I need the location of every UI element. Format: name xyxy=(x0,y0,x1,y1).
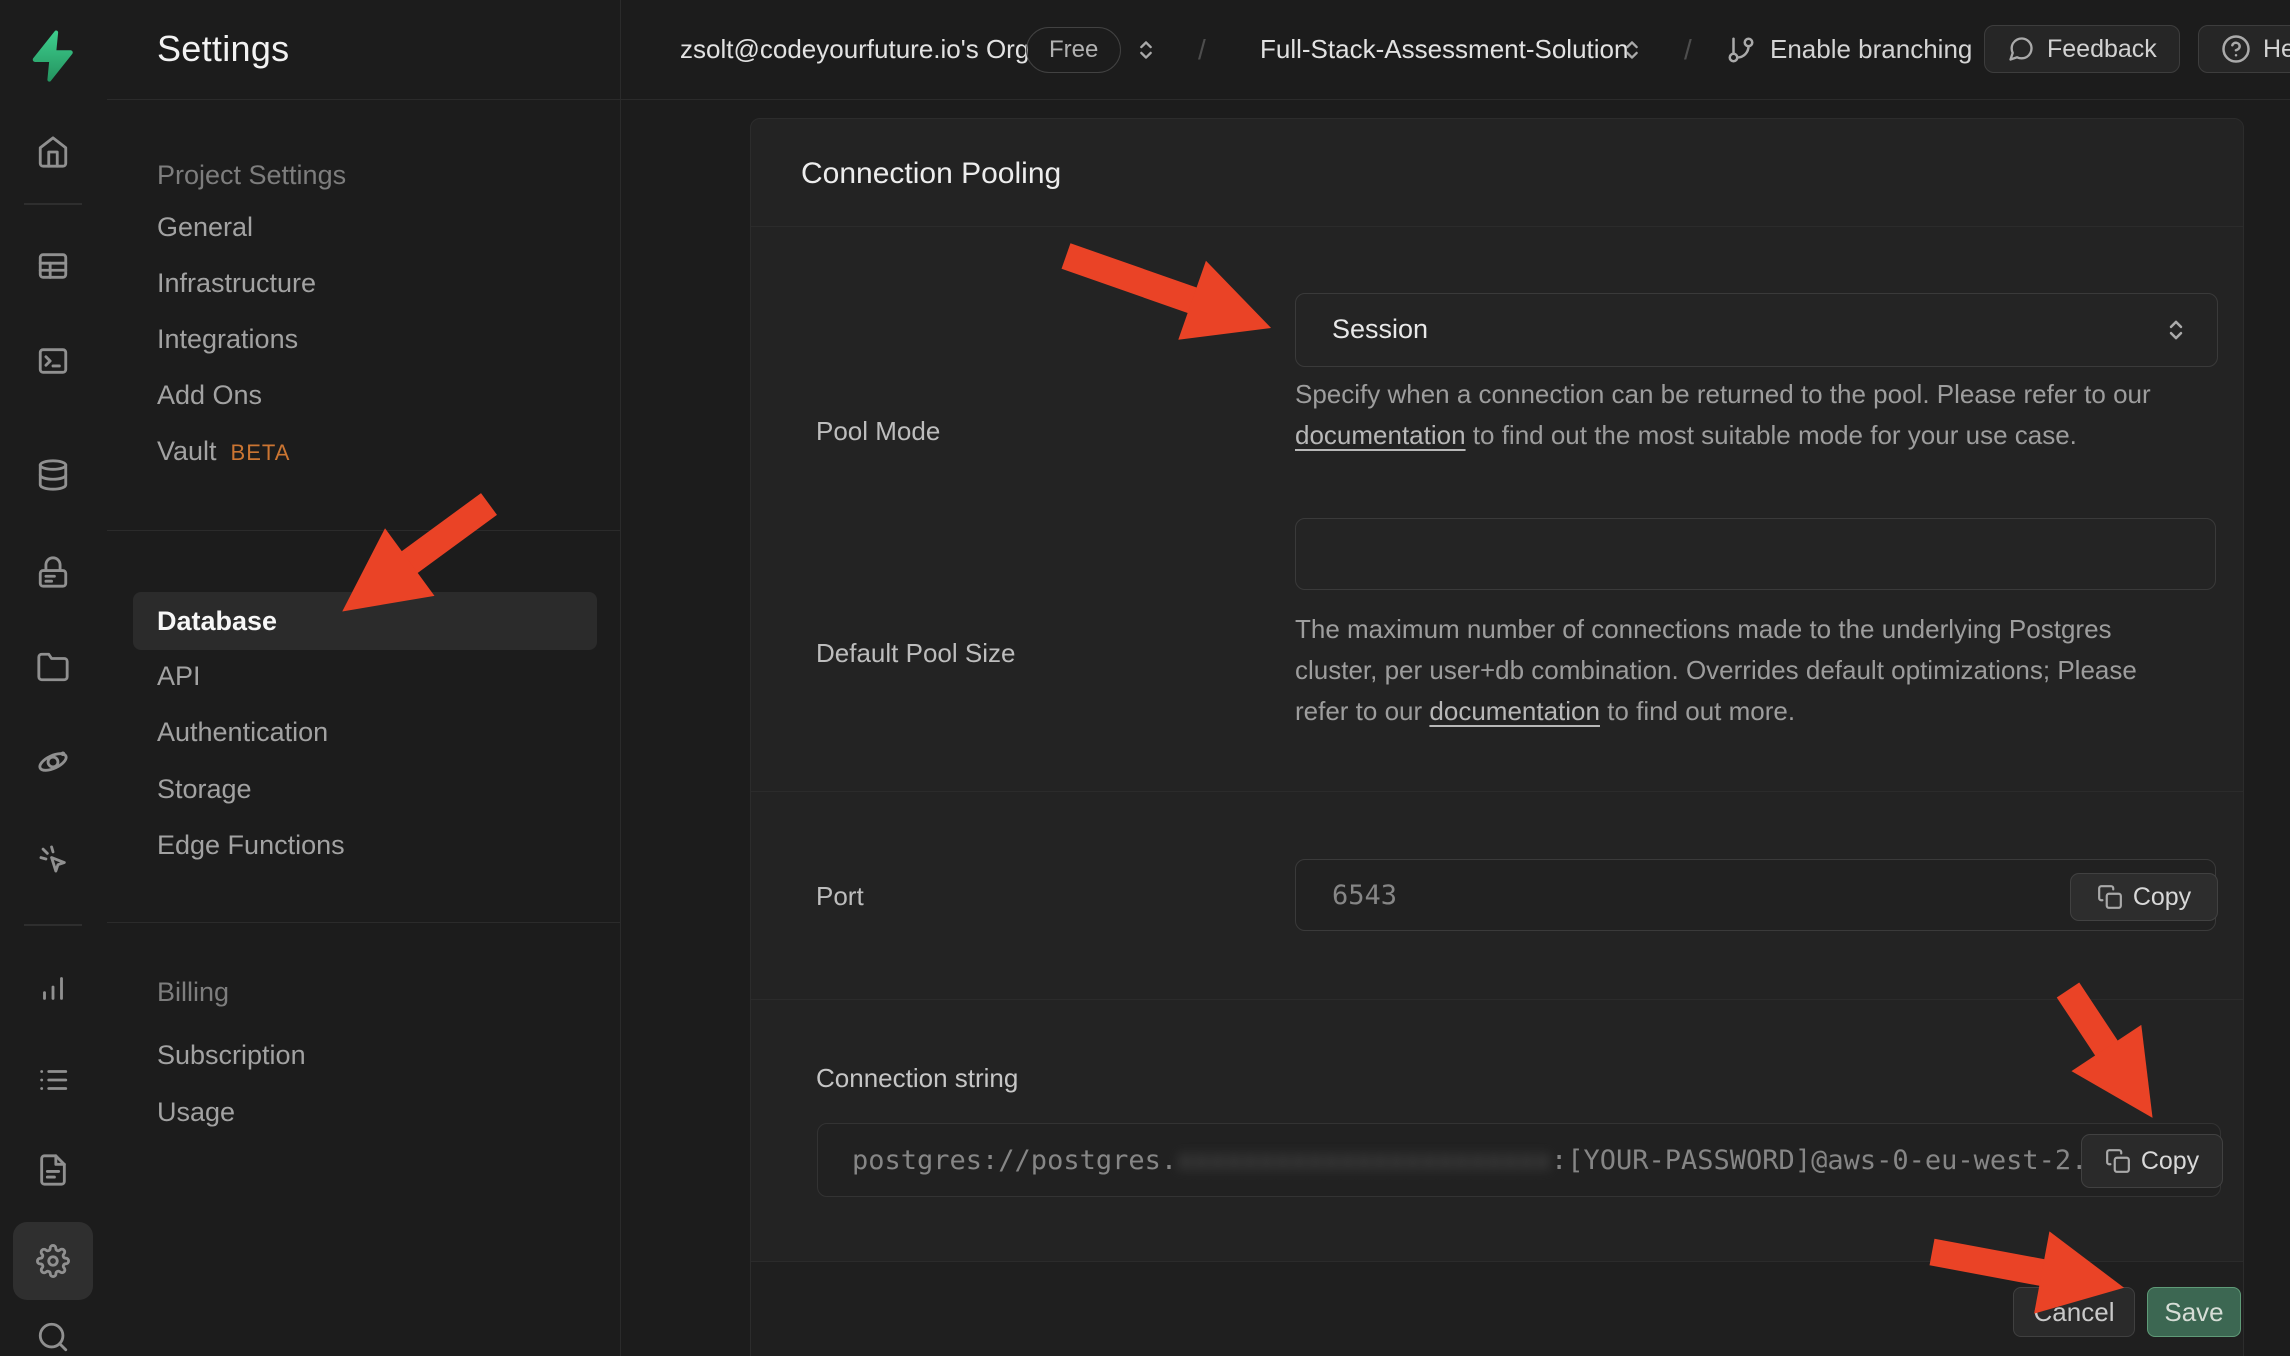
api-docs-icon[interactable] xyxy=(36,1153,70,1187)
default-pool-size-label: Default Pool Size xyxy=(816,638,1015,669)
logs-icon[interactable] xyxy=(36,1063,70,1097)
vault-label: Vault xyxy=(157,436,217,466)
plan-badge: Free xyxy=(1026,0,1121,99)
speech-bubble-icon xyxy=(2007,35,2035,63)
pool-mode-value: Session xyxy=(1332,314,1428,345)
sidebar-item-subscription[interactable]: Subscription xyxy=(157,1040,306,1071)
sidebar-divider xyxy=(107,922,620,923)
beta-badge: BETA xyxy=(231,440,291,465)
sidebar-item-database[interactable]: Database xyxy=(133,592,597,650)
breadcrumb-separator: / xyxy=(1684,0,1692,99)
supabase-bolt-icon xyxy=(29,30,75,82)
panel-footer: Cancel Save xyxy=(751,1261,2243,1356)
database-label: Database xyxy=(157,606,277,637)
rail-divider xyxy=(24,924,82,926)
settings-rail-active[interactable] xyxy=(13,1222,93,1300)
panel-divider xyxy=(751,226,2243,227)
page-title: Settings xyxy=(157,28,289,70)
connection-string-suffix: :[YOUR-PASSWORD]@aws-0-eu-west-2. xyxy=(1551,1145,2087,1176)
panel-divider xyxy=(751,999,2243,1000)
org-breadcrumb[interactable]: zsolt@codeyourfuture.io's Org xyxy=(680,0,1029,99)
sidebar-divider xyxy=(107,99,620,100)
rail-divider xyxy=(24,203,82,205)
port-value: 6543 xyxy=(1332,880,1397,911)
copy-icon xyxy=(2097,884,2123,910)
sidebar-item-integrations[interactable]: Integrations xyxy=(157,324,298,355)
sidebar-item-add-ons[interactable]: Add Ons xyxy=(157,380,262,411)
chevron-up-down-icon xyxy=(2161,315,2191,345)
default-pool-size-help: The maximum number of connections made t… xyxy=(1295,609,2137,732)
port-label: Port xyxy=(816,881,864,912)
settings-gear-icon xyxy=(36,1244,70,1278)
supabase-settings-page: Settings Project Settings General Infras… xyxy=(0,0,2290,1356)
sidebar-item-edge-functions[interactable]: Edge Functions xyxy=(157,830,345,861)
edge-functions-icon[interactable] xyxy=(36,745,70,779)
section-header-billing: Billing xyxy=(157,977,229,1008)
documentation-link[interactable]: documentation xyxy=(1429,696,1600,726)
top-bar: zsolt@codeyourfuture.io's Org Free / Ful… xyxy=(620,0,2290,100)
sidebar-item-api[interactable]: API xyxy=(157,661,201,692)
storage-icon[interactable] xyxy=(36,650,70,684)
sidebar-item-authentication[interactable]: Authentication xyxy=(157,717,328,748)
sidebar-item-general[interactable]: General xyxy=(157,212,253,243)
save-button[interactable]: Save xyxy=(2147,1287,2241,1337)
home-icon[interactable] xyxy=(36,135,70,169)
connection-string-redacted: xxxxxxxxxxxxxxxxxxxxxxx xyxy=(1177,1145,1551,1176)
section-header-project-settings: Project Settings xyxy=(157,160,346,191)
realtime-icon[interactable] xyxy=(36,842,70,876)
sidebar-item-storage[interactable]: Storage xyxy=(157,774,252,805)
connection-string-prefix: postgres://postgres. xyxy=(852,1145,1177,1176)
pool-mode-select[interactable]: Session xyxy=(1295,293,2218,367)
project-switcher-chevrons-icon[interactable] xyxy=(1618,0,1646,99)
search-icon[interactable] xyxy=(36,1320,70,1354)
panel-divider xyxy=(751,791,2243,792)
sql-editor-icon[interactable] xyxy=(36,344,70,378)
connection-string-copy-button[interactable]: Copy xyxy=(2081,1134,2223,1188)
reports-icon[interactable] xyxy=(36,970,70,1004)
port-copy-button[interactable]: Copy xyxy=(2070,873,2218,921)
org-name[interactable]: zsolt@codeyourfuture.io's Org xyxy=(680,34,1029,65)
enable-branching-button[interactable]: Enable branching xyxy=(1726,0,1972,99)
sidebar-item-infrastructure[interactable]: Infrastructure xyxy=(157,268,316,299)
table-editor-icon[interactable] xyxy=(36,249,70,283)
icon-rail xyxy=(0,0,108,1356)
connection-string-input[interactable]: postgres://postgres.xxxxxxxxxxxxxxxxxxxx… xyxy=(817,1123,2221,1197)
supabase-logo[interactable] xyxy=(29,30,75,82)
pool-mode-label: Pool Mode xyxy=(816,416,940,447)
settings-sidebar: Settings Project Settings General Infras… xyxy=(107,0,621,1356)
panel-title: Connection Pooling xyxy=(801,157,1061,191)
breadcrumb-separator: / xyxy=(1198,0,1206,99)
sidebar-item-vault[interactable]: Vault BETA xyxy=(157,436,290,467)
feedback-button[interactable]: Feedback xyxy=(1984,25,2180,73)
sidebar-divider xyxy=(107,530,620,531)
help-button[interactable]: Help xyxy=(2198,25,2290,73)
connection-pooling-panel: Connection Pooling Pool Mode Session Spe… xyxy=(750,118,2244,1356)
documentation-link[interactable]: documentation xyxy=(1295,420,1466,450)
project-name[interactable]: Full-Stack-Assessment-Solution xyxy=(1260,0,1628,99)
database-icon[interactable] xyxy=(36,458,70,492)
help-circle-icon xyxy=(2221,34,2251,64)
copy-icon xyxy=(2105,1148,2131,1174)
pool-mode-help: Specify when a connection can be returne… xyxy=(1295,374,2151,456)
org-switcher-chevrons-icon[interactable] xyxy=(1132,0,1160,99)
sidebar-item-usage[interactable]: Usage xyxy=(157,1097,235,1128)
default-pool-size-input[interactable] xyxy=(1295,518,2216,590)
authentication-icon[interactable] xyxy=(36,555,70,589)
cancel-button[interactable]: Cancel xyxy=(2013,1287,2135,1337)
git-branch-icon xyxy=(1726,35,1756,65)
connection-string-label: Connection string xyxy=(816,1063,1018,1094)
